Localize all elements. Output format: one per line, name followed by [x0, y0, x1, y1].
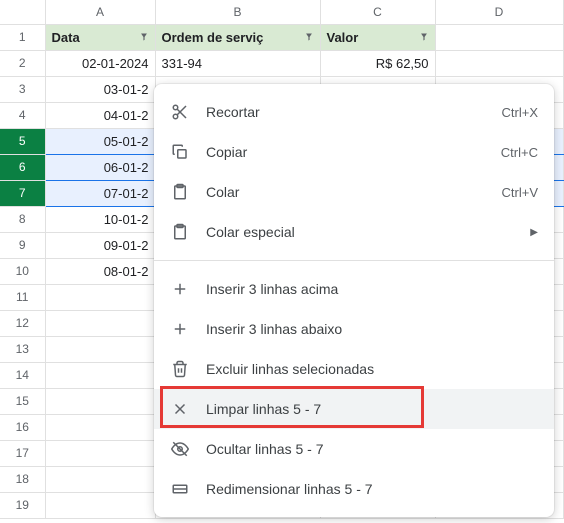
row-header-6[interactable]: 6 [0, 154, 45, 180]
header-ordem[interactable]: Ordem de serviç [155, 24, 320, 50]
cell[interactable]: 05-01-2 [45, 128, 155, 154]
trash-icon [170, 359, 190, 379]
cell[interactable] [45, 336, 155, 362]
cell[interactable] [45, 284, 155, 310]
row-header-17[interactable]: 17 [0, 440, 45, 466]
row-header-1[interactable]: 1 [0, 24, 45, 50]
cell[interactable] [45, 492, 155, 518]
filter-icon[interactable] [137, 30, 151, 44]
menu-label: Recortar [206, 104, 502, 120]
shortcut: Ctrl+V [502, 185, 538, 200]
cell[interactable] [45, 414, 155, 440]
filter-icon[interactable] [417, 30, 431, 44]
menu-cut[interactable]: Recortar Ctrl+X [154, 92, 554, 132]
row-header-11[interactable]: 11 [0, 284, 45, 310]
menu-label: Inserir 3 linhas abaixo [206, 321, 538, 337]
cell[interactable] [45, 466, 155, 492]
menu-separator [154, 260, 554, 261]
header-label: Data [52, 30, 80, 45]
menu-clear-rows[interactable]: Limpar linhas 5 - 7 [154, 389, 554, 429]
row-header-15[interactable]: 15 [0, 388, 45, 414]
plus-icon [170, 319, 190, 339]
filter-icon[interactable] [302, 30, 316, 44]
shortcut: Ctrl+X [502, 105, 538, 120]
menu-paste[interactable]: Colar Ctrl+V [154, 172, 554, 212]
cell[interactable]: 10-01-2 [45, 206, 155, 232]
menu-insert-above[interactable]: Inserir 3 linhas acima [154, 269, 554, 309]
row-header-5[interactable]: 5 [0, 128, 45, 154]
select-all-corner[interactable] [0, 0, 45, 24]
cell[interactable]: 06-01-2 [45, 154, 155, 180]
menu-copy[interactable]: Copiar Ctrl+C [154, 132, 554, 172]
row-header-19[interactable]: 19 [0, 492, 45, 518]
row-header-8[interactable]: 8 [0, 206, 45, 232]
shortcut: Ctrl+C [501, 145, 538, 160]
col-header-b[interactable]: B [155, 0, 320, 24]
header-valor[interactable]: Valor [320, 24, 435, 50]
row-header-4[interactable]: 4 [0, 102, 45, 128]
cell[interactable]: 03-01-2 [45, 76, 155, 102]
menu-label: Redimensionar linhas 5 - 7 [206, 481, 538, 497]
cell[interactable] [45, 440, 155, 466]
menu-label: Inserir 3 linhas acima [206, 281, 538, 297]
cell[interactable] [435, 50, 563, 76]
cell[interactable] [435, 24, 563, 50]
menu-label: Copiar [206, 144, 501, 160]
row-header-10[interactable]: 10 [0, 258, 45, 284]
row-header-9[interactable]: 9 [0, 232, 45, 258]
menu-delete-rows[interactable]: Excluir linhas selecionadas [154, 349, 554, 389]
col-header-d[interactable]: D [435, 0, 563, 24]
cell[interactable]: 04-01-2 [45, 102, 155, 128]
header-data[interactable]: Data [45, 24, 155, 50]
col-header-c[interactable]: C [320, 0, 435, 24]
cell[interactable]: 08-01-2 [45, 258, 155, 284]
menu-hide-rows[interactable]: Ocultar linhas 5 - 7 [154, 429, 554, 469]
menu-insert-below[interactable]: Inserir 3 linhas abaixo [154, 309, 554, 349]
row-header-18[interactable]: 18 [0, 466, 45, 492]
close-icon [170, 399, 190, 419]
clipboard-icon [170, 222, 190, 242]
row-header-14[interactable]: 14 [0, 362, 45, 388]
cell[interactable]: 07-01-2 [45, 180, 155, 206]
row-header-7[interactable]: 7 [0, 180, 45, 206]
cell[interactable]: 02-01-2024 [45, 50, 155, 76]
header-label: Valor [327, 30, 359, 45]
cell[interactable] [45, 310, 155, 336]
row-header-3[interactable]: 3 [0, 76, 45, 102]
menu-label: Colar especial [206, 224, 530, 240]
row-header-16[interactable]: 16 [0, 414, 45, 440]
submenu-arrow-icon: ▶ [530, 227, 538, 238]
clipboard-icon [170, 182, 190, 202]
row-header-2[interactable]: 2 [0, 50, 45, 76]
menu-label: Limpar linhas 5 - 7 [206, 401, 538, 417]
resize-icon [170, 479, 190, 499]
menu-paste-special[interactable]: Colar especial ▶ [154, 212, 554, 252]
eye-off-icon [170, 439, 190, 459]
cell[interactable]: 331-94 [155, 50, 320, 76]
header-label: Ordem de serviç [162, 30, 264, 45]
cell[interactable] [45, 388, 155, 414]
context-menu: Recortar Ctrl+X Copiar Ctrl+C Colar Ctrl… [154, 84, 554, 517]
col-header-a[interactable]: A [45, 0, 155, 24]
menu-label: Colar [206, 184, 502, 200]
cell[interactable]: 09-01-2 [45, 232, 155, 258]
row-header-12[interactable]: 12 [0, 310, 45, 336]
cell[interactable]: R$ 62,50 [320, 50, 435, 76]
menu-resize-rows[interactable]: Redimensionar linhas 5 - 7 [154, 469, 554, 509]
row-header-13[interactable]: 13 [0, 336, 45, 362]
plus-icon [170, 279, 190, 299]
copy-icon [170, 142, 190, 162]
cell[interactable] [45, 362, 155, 388]
menu-label: Ocultar linhas 5 - 7 [206, 441, 538, 457]
scissors-icon [170, 102, 190, 122]
menu-label: Excluir linhas selecionadas [206, 361, 538, 377]
